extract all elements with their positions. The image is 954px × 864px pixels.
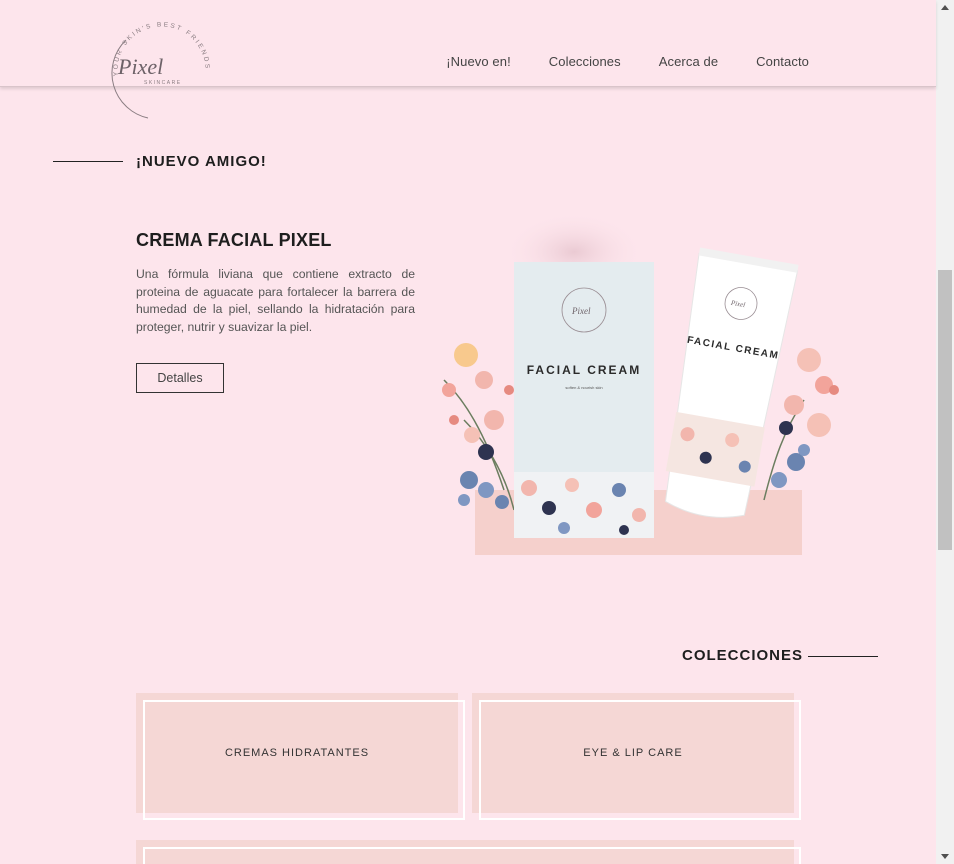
card-frame (479, 700, 801, 820)
main-nav: ¡Nuevo en! Colecciones Acerca de Contact… (446, 54, 809, 69)
logo-emblem-icon: YOUR SKIN'S BEST FRIENDS Pixel SKINCARE (111, 21, 209, 119)
product-image: Pixel FACIAL CREAM soften & nourish skin… (424, 190, 854, 570)
section-divider (53, 161, 123, 162)
box-sublabel: soften & nourish skin (565, 385, 602, 390)
nav-item-contacto[interactable]: Contacto (756, 54, 809, 69)
scroll-up-icon[interactable] (941, 5, 949, 10)
collection-card-cremas[interactable]: CREMAS HIDRATANTES (136, 693, 465, 820)
section-divider (808, 656, 878, 657)
box-label: FACIAL CREAM (527, 363, 641, 377)
logo-text: Pixel (117, 54, 163, 79)
collection-card-label: EYE & LIP CARE (583, 747, 683, 759)
new-section-title: ¡NUEVO AMIGO! (136, 153, 267, 170)
card-frame (143, 700, 465, 820)
nav-item-acerca[interactable]: Acerca de (659, 54, 718, 69)
page-scrollbar[interactable] (936, 0, 954, 864)
nav-item-colecciones[interactable]: Colecciones (549, 54, 621, 69)
scroll-down-icon[interactable] (941, 854, 949, 859)
collection-card-label: CREMAS HIDRATANTES (224, 747, 370, 759)
product-description: Una fórmula liviana que contiene extract… (136, 267, 415, 334)
card-frame (143, 847, 801, 864)
collection-card[interactable] (136, 840, 801, 864)
brand-logo[interactable]: YOUR SKIN'S BEST FRIENDS Pixel SKINCARE (104, 14, 216, 122)
scroll-thumb[interactable] (938, 270, 952, 550)
logo-subtext: SKINCARE (144, 80, 182, 86)
product-title: CREMA FACIAL PIXEL (136, 230, 332, 250)
details-button[interactable]: Detalles (136, 363, 224, 393)
nav-item-nuevo[interactable]: ¡Nuevo en! (446, 54, 511, 69)
collection-card-eye-lip[interactable]: EYE & LIP CARE (472, 693, 801, 820)
collections-title: COLECCIONES (682, 647, 804, 664)
svg-text:Pixel: Pixel (571, 306, 591, 316)
